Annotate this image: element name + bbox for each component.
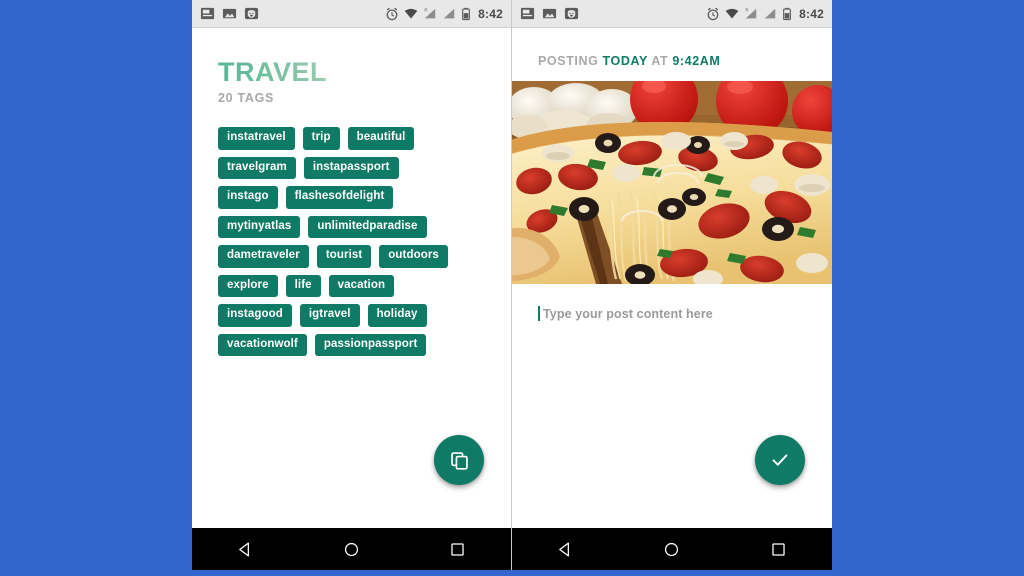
signal-icon [764,8,776,18]
battery-icon [462,7,471,20]
nav-back-button[interactable] [542,528,588,570]
tag-chip[interactable]: vacationwolf [218,333,307,357]
posting-schedule-label: POSTING TODAY AT 9:42AM [512,28,832,68]
signal-icon [443,8,455,18]
tag-chip[interactable]: vacation [328,274,395,298]
tag-chip[interactable]: mytinyatlas [218,215,301,239]
android-nav-bar-left [192,528,511,570]
tag-count-label: 20 TAGS [218,91,275,106]
nav-recents-button[interactable] [756,528,802,570]
back-icon [238,541,249,557]
tag-chip[interactable]: dametraveler [218,245,309,268]
tag-chip[interactable]: instatravel [218,127,295,150]
pizza-photo [512,81,832,284]
confirm-post-fab[interactable] [755,435,805,485]
posting-prefix: POSTING [538,54,599,68]
copy-tags-fab[interactable] [434,435,484,485]
post-content-placeholder: Type your post content here [543,306,713,321]
post-content-input[interactable]: Type your post content here [538,306,832,321]
tag-chip[interactable]: outdoors [379,245,448,268]
post-photo[interactable] [512,81,832,284]
phone-right: R 8:42 POSTING TODAY AT 9:42AM Type your… [512,0,832,570]
wifi-icon [725,8,739,19]
tag-chip[interactable]: flashesofdelight [285,186,394,209]
alarm-icon [386,7,398,20]
home-icon [665,542,679,556]
dual-phone-mockup: R 8:42 TRAVEL 20 TAGS instatravel trip b… [192,0,832,570]
back-icon [559,541,569,557]
tag-chip[interactable]: explore [218,274,278,298]
android-nav-bar-right [512,528,832,570]
news-icon [200,7,215,20]
recents-icon [772,542,785,556]
posting-day: TODAY [602,54,648,68]
tag-chip[interactable]: life [285,274,321,298]
tag-chip[interactable]: unlimitedparadise [308,215,427,239]
signal-roaming-icon: R [424,7,436,18]
signal-roaming-icon: R [745,7,757,18]
status-bar-clock: 8:42 [478,6,503,21]
piggy-icon [244,7,259,20]
nav-home-button[interactable] [649,528,695,570]
status-bar-left-icons [200,6,259,21]
text-caret [538,306,540,321]
status-bar-clock: 8:42 [799,6,824,21]
tag-chip[interactable]: trip [302,127,340,150]
recents-icon [451,542,464,556]
nav-recents-button[interactable] [435,528,481,570]
tag-list: instatravel trip beautiful travelgram instap… [192,127,472,357]
tag-chip[interactable]: igtravel [299,304,360,327]
status-bar-left: R 8:42 [192,0,511,28]
left-panel-body: TRAVEL 20 TAGS instatravel trip beautiful t… [192,28,511,528]
battery-icon [783,7,792,20]
news-icon [520,7,535,20]
home-icon [344,542,359,556]
status-bar-right-icons: R 8:42 [385,7,503,21]
status-bar-right: R 8:42 [512,0,832,28]
alarm-icon [707,7,719,20]
tag-chip[interactable]: instapassport [303,156,399,180]
posting-time: 9:42AM [672,54,721,68]
wifi-icon [404,8,418,19]
piggy-icon [564,7,579,20]
screen-background: R 8:42 TRAVEL 20 TAGS instatravel trip b… [0,0,1024,576]
tag-chip[interactable]: passionpassport [314,333,427,357]
image-icon [542,8,557,19]
page-title: TRAVEL [218,57,327,87]
status-bar-right-left-icons [520,6,579,21]
posting-at: AT [651,54,669,68]
nav-home-button[interactable] [328,528,374,570]
tag-chip[interactable]: tourist [316,245,372,268]
status-bar-right-right-icons: R 8:42 [706,7,824,21]
nav-back-button[interactable] [222,528,268,570]
phone-left: R 8:42 TRAVEL 20 TAGS instatravel trip b… [192,0,512,570]
tag-chip[interactable]: travelgram [218,156,296,180]
copy-icon [450,451,468,470]
tag-chip[interactable]: holiday [367,304,427,327]
tag-chip[interactable]: instagood [218,304,292,327]
left-panel-header: TRAVEL 20 TAGS [192,28,511,106]
right-panel-body: POSTING TODAY AT 9:42AM Type your post c… [512,28,832,528]
tag-chip[interactable]: instago [218,186,278,209]
check-icon [772,454,788,466]
svg-text:R: R [745,7,748,12]
image-icon [222,8,237,19]
svg-text:R: R [424,7,427,12]
tag-chip[interactable]: beautiful [347,127,415,150]
